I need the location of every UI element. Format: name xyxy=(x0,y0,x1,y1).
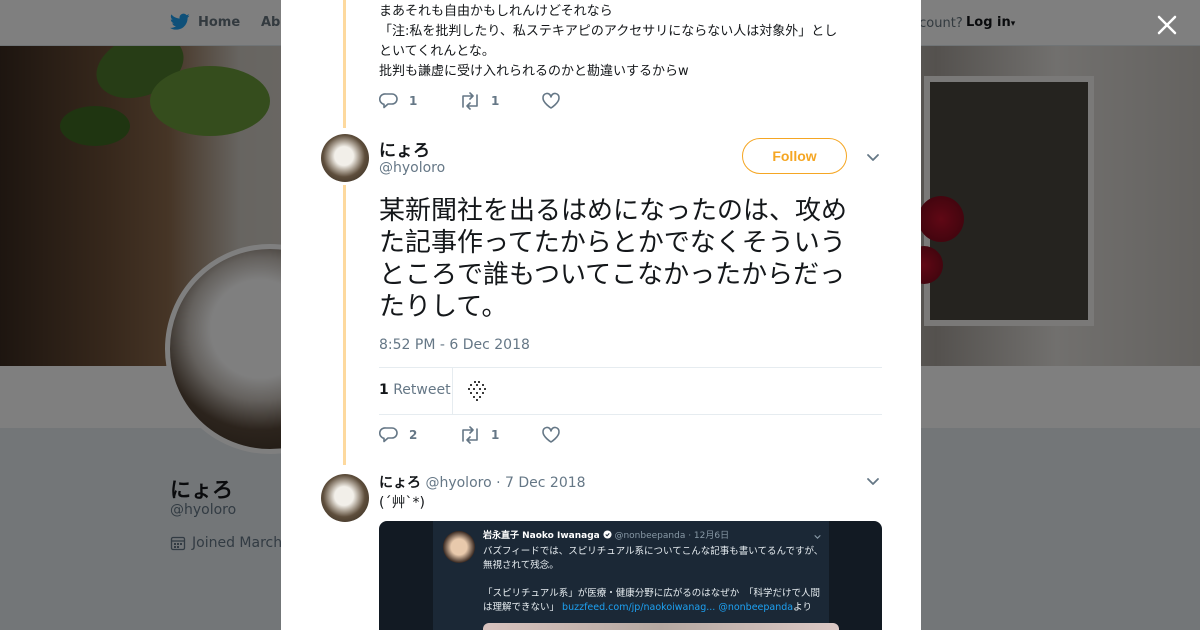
retweet-count: 1 xyxy=(491,94,500,108)
follow-button[interactable]: Follow xyxy=(742,138,847,174)
embedded-tweet-header: 岩永直子 Naoko Iwanaga @nonbeepanda · 12月6日 xyxy=(483,528,729,541)
embedded-tweet: 岩永直子 Naoko Iwanaga @nonbeepanda · 12月6日 … xyxy=(433,521,839,630)
thread-line xyxy=(343,185,346,465)
reply-tweet-text: (´艸`*) xyxy=(379,495,425,511)
chevron-down-icon xyxy=(814,534,821,539)
previous-tweet-actions: 1 1 xyxy=(379,92,561,110)
thread-line xyxy=(343,0,346,128)
tweet-line: といてくれんとな。 xyxy=(379,44,495,59)
embedded-tweet-line-with-link: は理解できない」 buzzfeed.com/jp/naokoiwanag... … xyxy=(483,599,812,613)
retweet-count: 1 xyxy=(491,428,500,442)
chevron-down-icon[interactable] xyxy=(865,149,881,165)
like-icon xyxy=(542,426,560,443)
reply-button[interactable]: 1 xyxy=(379,92,459,110)
reply-count: 1 xyxy=(409,94,418,108)
retweeter-avatar[interactable] xyxy=(465,380,487,402)
embedded-screenshot[interactable]: 岩永直子 Naoko Iwanaga @nonbeepanda · 12月6日 … xyxy=(379,521,882,630)
embedded-tweet-handle: @nonbeepanda · 12月6日 xyxy=(614,531,730,541)
reply-tweet-author-name[interactable]: にょろ xyxy=(379,475,421,491)
embedded-tweet-suffix: より xyxy=(793,602,812,613)
embedded-tweet-line: 無視されて残念。 xyxy=(483,560,559,571)
retweet-stat-count: 1 xyxy=(379,382,389,398)
main-tweet-text: 某新聞社を出るはめになったのは、攻めた記事作ってたからとかでなくそういうところで… xyxy=(379,196,848,322)
main-tweet-author-name[interactable]: にょろ xyxy=(379,136,430,161)
embedded-tweet-avatar xyxy=(443,531,475,563)
reply-tweet-author-handle[interactable]: @hyoloro xyxy=(425,475,491,491)
retweet-icon xyxy=(462,426,478,444)
stats-divider xyxy=(452,368,453,414)
main-tweet-actions: 2 1 xyxy=(379,426,561,444)
embedded-tweet-link: buzzfeed.com/jp/naokoiwanag... @nonbeepa… xyxy=(562,602,794,613)
retweet-stat-label: Retweet xyxy=(393,382,451,398)
main-tweet-author-handle[interactable]: @hyoloro xyxy=(379,160,445,176)
reply-tweet-header: にょろ @hyoloro · 7 Dec 2018 xyxy=(379,472,586,492)
reply-icon xyxy=(379,93,398,109)
embedded-tweet-image xyxy=(483,623,839,630)
retweet-icon xyxy=(462,92,478,110)
like-button[interactable] xyxy=(541,92,561,110)
tweet-stats: 1 Retweet xyxy=(379,367,882,415)
reply-button[interactable]: 2 xyxy=(379,426,459,444)
reply-tweet-date[interactable]: 7 Dec 2018 xyxy=(505,475,586,491)
tweet-line: 批判も謙虚に受け入れられるのかと勘違いするからw xyxy=(379,64,689,79)
tweet-line: まあそれも自由かもしれんけどそれなら xyxy=(379,4,613,19)
embedded-tweet-author: 岩永直子 Naoko Iwanaga xyxy=(483,531,600,541)
verified-icon xyxy=(603,530,612,539)
embedded-tweet-text: は理解できない」 xyxy=(483,602,560,613)
chevron-down-icon[interactable] xyxy=(865,473,881,489)
reply-tweet-separator: · xyxy=(496,475,501,491)
embedded-tweet-line: 「スピリチュアル系」が医療・健康分野に広がるのはなぜか 「科学だけで人間 xyxy=(483,588,820,599)
tweet-modal: まあそれも自由かもしれんけどそれなら 「注:私を批判したり、私ステキアピのアクセ… xyxy=(281,0,921,630)
like-icon xyxy=(542,92,560,109)
reply-icon xyxy=(379,427,398,443)
main-tweet-timestamp[interactable]: 8:52 PM - 6 Dec 2018 xyxy=(379,337,530,353)
tweet-line: 「注:私を批判したり、私ステキアピのアクセサリにならない人は対象外」とし xyxy=(379,24,838,39)
retweet-button[interactable]: 1 xyxy=(459,426,541,444)
reply-tweet-avatar[interactable] xyxy=(321,474,369,522)
reply-count: 2 xyxy=(409,428,418,442)
close-icon[interactable] xyxy=(1154,12,1180,38)
main-tweet-avatar[interactable] xyxy=(321,134,369,182)
retweet-button[interactable]: 1 xyxy=(459,92,541,110)
previous-tweet-text: まあそれも自由かもしれんけどそれなら 「注:私を批判したり、私ステキアピのアクセ… xyxy=(379,2,879,82)
retweet-stat[interactable]: 1 Retweet xyxy=(379,382,451,398)
like-button[interactable] xyxy=(541,426,561,444)
embedded-tweet-line: バズフィードでは、スピリチュアル系についてこんな記事も書いてるんですが、 xyxy=(483,546,824,557)
